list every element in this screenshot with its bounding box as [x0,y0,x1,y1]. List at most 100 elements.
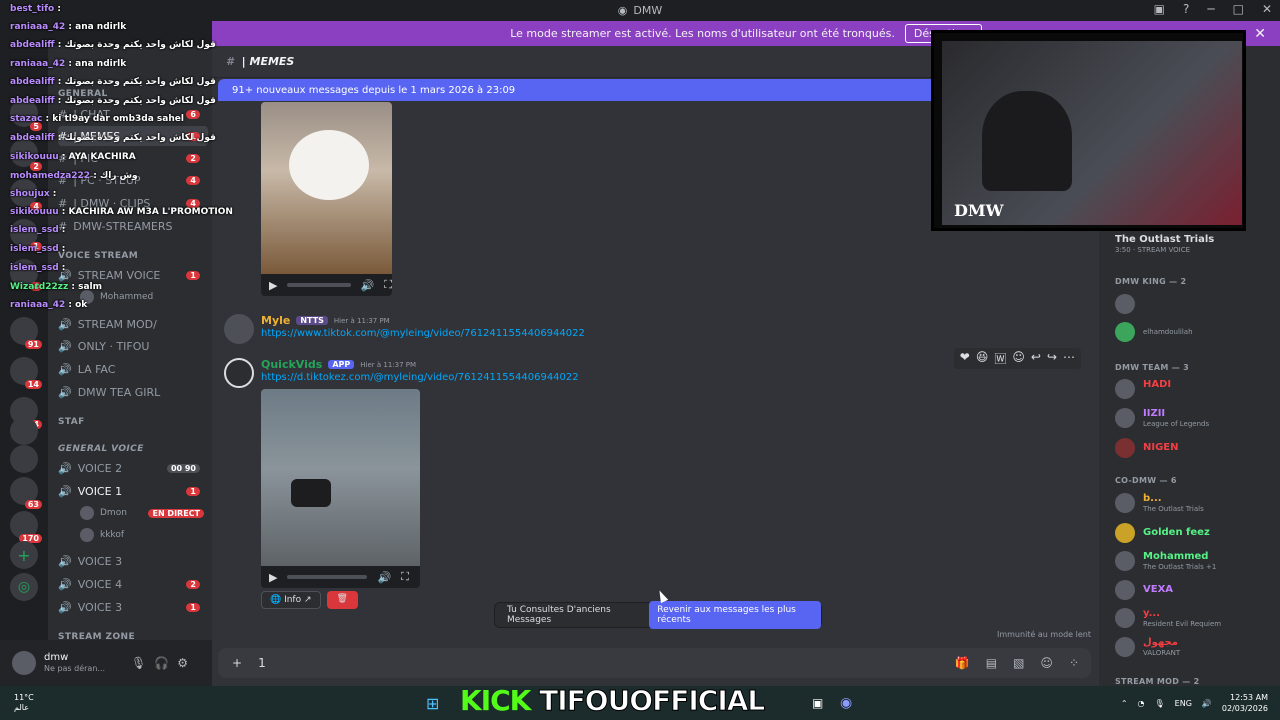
seek-bar[interactable] [287,575,368,579]
member-item[interactable]: elhamdoulilah [1115,320,1275,344]
voice-user[interactable]: Mohammed [80,287,208,307]
channel-pc-setup[interactable]: # | PC · STEUP 4 [58,170,208,190]
message-author[interactable]: Myle [261,314,290,327]
avatar[interactable] [224,358,254,388]
w-reaction[interactable]: 🅆 [994,350,1006,367]
voice-channel-stream-mod[interactable]: 🔊 STREAM MOD/ [58,314,208,334]
reply-icon[interactable]: ↩ [1031,350,1041,367]
close-icon[interactable]: ✕ [1254,26,1266,42]
avatar[interactable] [12,651,36,675]
voice-channel-1[interactable]: 🔊 VOICE 1 1 [58,481,208,501]
server-icon[interactable] [10,417,38,445]
video-embed[interactable]: ▶ 🔊 ⛶ [261,389,420,588]
voice-channel-only-tifou[interactable]: 🔊 ONLY · TIFOU [58,336,208,356]
headphones-icon[interactable]: 🎧 [154,656,169,670]
wifi-icon[interactable]: ◔ [1138,699,1145,708]
server-icon[interactable]: 14 [10,357,42,389]
inbox-icon[interactable]: ▣ [1154,2,1165,16]
voice-channel-3b[interactable]: 🔊 VOICE 3 1 [58,597,208,617]
new-messages-bar[interactable]: 91+ nouveaux messages depuis le 1 mars 2… [218,79,938,101]
weather-widget[interactable]: 11°C عالم [14,693,34,713]
message-composer[interactable]: + 1 🎁 ▤ ▧ ☺ ⁘ [218,648,1091,678]
server-icon[interactable]: 91 [10,317,42,349]
laugh-reaction[interactable]: 😆 [976,350,989,367]
play-icon[interactable]: ▶ [269,571,277,584]
composer-input[interactable]: 1 [258,656,266,670]
member-item[interactable]: HADI [1115,377,1275,401]
voice-channel-2[interactable]: 🔊 VOICE 2 00 90 [58,458,208,478]
voice-channel-4[interactable]: 🔊 VOICE 4 2 [58,574,208,594]
server-icon[interactable] [10,445,38,473]
server-icon[interactable]: 170 [10,511,42,543]
seek-bar[interactable] [287,283,351,287]
minimize-button[interactable]: ─ [1207,2,1214,16]
server-icon[interactable]: 63 [10,477,42,509]
category-staf[interactable]: STAF [58,412,208,432]
windows-start-icon[interactable]: ⊞ [426,694,439,713]
channel-chat[interactable]: # | CHAT 6 [58,104,208,124]
volume-icon[interactable]: 🔊 [1202,699,1212,708]
member-item[interactable]: Golden feez [1115,521,1275,545]
mic-icon[interactable]: 🎙 [1155,699,1165,708]
more-icon[interactable]: ⋯ [1063,350,1075,367]
taskbar-app-icon[interactable]: ▣ [812,696,823,710]
member-item[interactable]: IIZII League of Legends [1115,406,1275,430]
avatar[interactable] [224,314,254,344]
add-attachment-icon[interactable]: + [232,656,242,670]
close-window-button[interactable]: ✕ [1262,2,1272,16]
server-icon[interactable]: 4 [10,259,42,291]
message-link[interactable]: https://d.tiktokez.com/@myleing/video/76… [261,372,579,383]
voice-channel-la-fac[interactable]: 🔊 LA FAC [58,359,208,379]
channel-pic[interactable]: # | PIC 2 [58,148,208,168]
volume-icon[interactable]: 🔊 [377,571,391,584]
mic-icon[interactable]: 🎙 [131,656,146,670]
user-info[interactable]: dmw Ne pas déran... [44,652,105,674]
category-voice-stream[interactable]: VOICE STREAM [58,246,208,266]
server-icon[interactable]: 5 [10,99,42,131]
gear-icon[interactable]: ⚙ [177,656,188,670]
server-icon[interactable]: 4 [10,179,42,211]
add-server-icon[interactable]: + [10,541,38,569]
voice-channel-stream[interactable]: 🔊 STREAM VOICE 1 [58,265,208,285]
help-icon[interactable]: ? [1183,2,1189,16]
server-icon[interactable]: 2 [10,139,42,171]
category-general-voice[interactable]: GENERAL VOICE [58,439,208,459]
fullscreen-icon[interactable]: ⛶ [384,278,392,292]
member-item[interactable]: The Outlast Trials 3:50 · STREAM VOICE [1115,232,1275,256]
voice-channel-tea-girl[interactable]: 🔊 DMW TEA GIRL [58,382,208,402]
voice-user[interactable]: Dmon EN DIRECT [80,503,208,523]
fullscreen-icon[interactable]: ⛶ [401,570,409,584]
gif-icon[interactable]: ▤ [986,656,997,670]
message-link[interactable]: https://www.tiktok.com/@myleing/video/76… [261,328,585,339]
channel-clips[interactable]: # | DMW · CLIPS 4 [58,193,208,213]
chevron-up-icon[interactable]: ⌃ [1121,699,1128,708]
clock[interactable]: 12:53 AM 02/03/2026 [1222,692,1268,714]
maximize-button[interactable]: □ [1233,2,1244,16]
member-item[interactable]: Mohammed The Outlast Trials +1 [1115,549,1275,573]
member-item[interactable]: VEXA [1115,578,1275,602]
voice-channel-3[interactable]: 🔊 VOICE 3 [58,551,208,571]
volume-icon[interactable]: 🔊 [361,279,375,292]
server-icon[interactable]: 1 [10,219,42,251]
gift-icon[interactable]: 🎁 [955,656,970,670]
delete-button[interactable]: 🗑 [326,591,358,609]
heart-reaction[interactable]: ❤ [960,350,970,367]
category-general[interactable]: GENERAL [58,84,208,104]
explore-icon[interactable]: ◎ [10,573,38,601]
apps-icon[interactable]: ⁘ [1069,656,1079,670]
member-item[interactable]: NIGEN [1115,436,1275,460]
member-item[interactable]: b... The Outlast Trials [1115,491,1275,515]
emoji-icon[interactable]: ☺ [1040,656,1053,670]
channel-memes[interactable]: # | MEMES 1 [58,126,208,146]
category-stream-zone[interactable]: STREAM ZONE [58,627,208,640]
channel-streamers[interactable]: # DMW-STREAMERS [58,216,208,236]
play-icon[interactable]: ▶ [269,279,277,292]
sticker-icon[interactable]: ▧ [1013,656,1024,670]
member-item[interactable]: y... Resident Evil Requiem [1115,606,1275,630]
forward-icon[interactable]: ↪ [1047,350,1057,367]
voice-user[interactable]: kkkof [80,525,208,545]
message-author[interactable]: QuickVids [261,358,322,371]
member-item[interactable]: مجهول VALORANT [1115,635,1275,659]
add-reaction-icon[interactable]: ☺ [1012,350,1025,367]
member-item[interactable] [1115,292,1275,316]
